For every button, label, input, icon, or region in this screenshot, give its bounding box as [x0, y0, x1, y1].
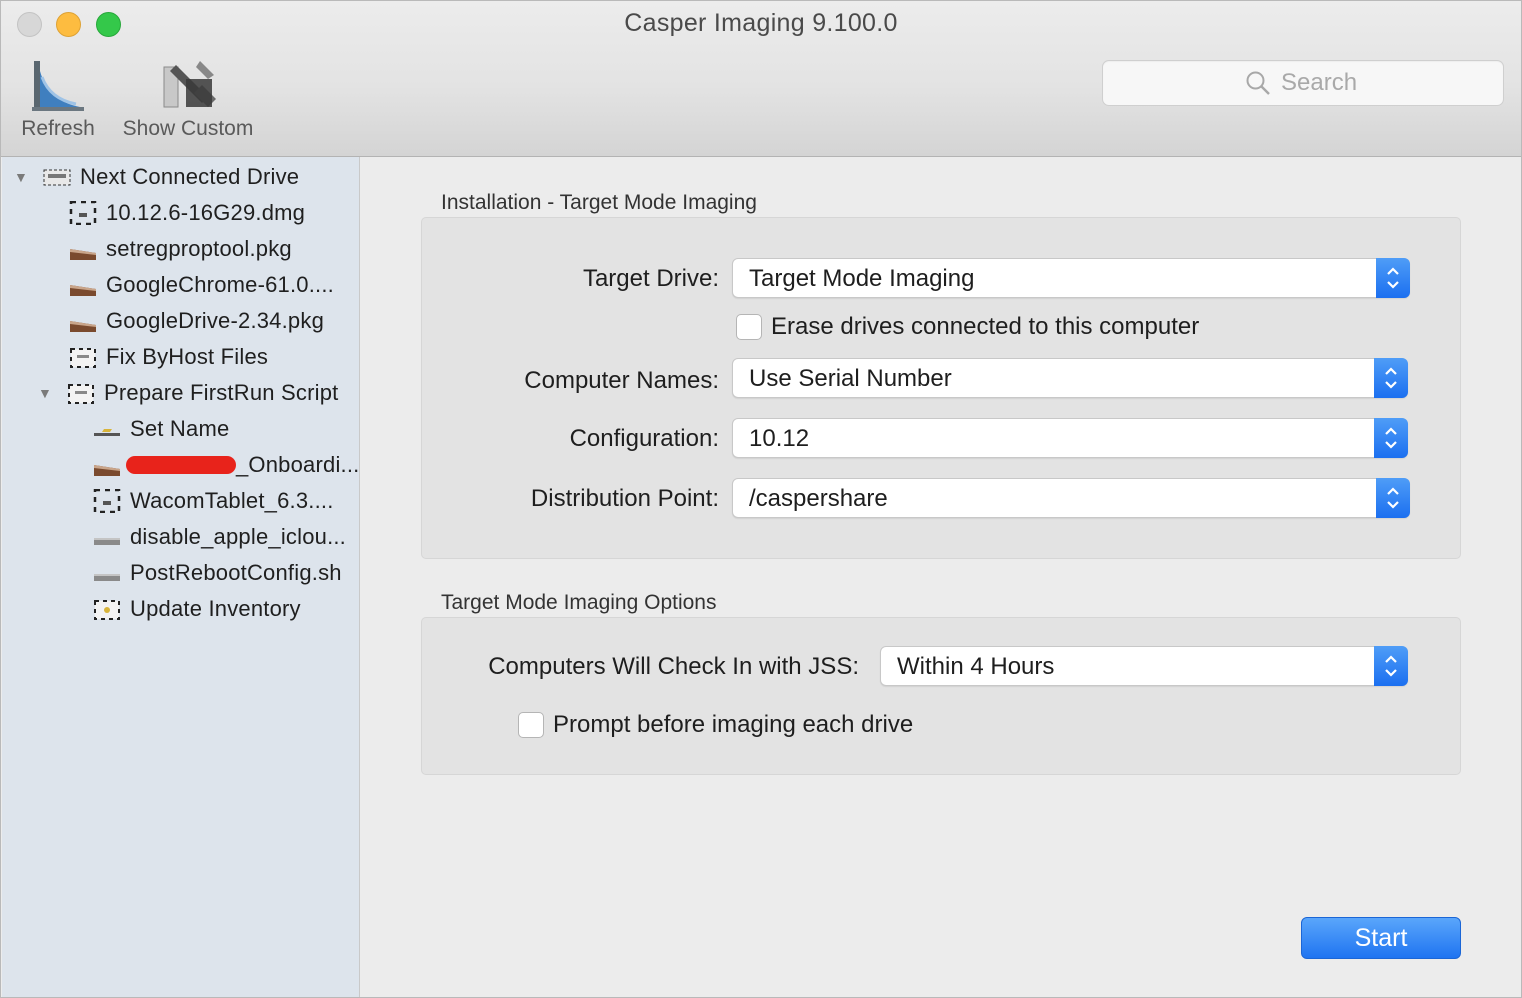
tree-item[interactable]: Set Name: [92, 412, 229, 446]
popup-stepper-icon: [1374, 358, 1408, 398]
script-icon: [68, 384, 94, 404]
dmg-icon: [69, 201, 97, 225]
package-icon: [70, 285, 96, 296]
tree-item[interactable]: WacomTablet_6.3....: [92, 484, 334, 518]
refresh-button[interactable]: Refresh: [15, 57, 101, 141]
checkin-label: Computers Will Check In with JSS:: [488, 653, 859, 680]
tree-item[interactable]: setregproptool.pkg: [68, 232, 292, 266]
toolbar: Casper Imaging 9.100.0 Refresh Show Cust…: [1, 1, 1521, 157]
disclosure-triangle-icon[interactable]: ▼: [14, 169, 30, 185]
computer-names-label: Computer Names:: [524, 367, 719, 394]
start-button[interactable]: Start: [1301, 917, 1461, 959]
prompt-before-imaging-label: Prompt before imaging each drive: [553, 711, 914, 738]
package-icon: [70, 321, 96, 332]
sidebar-tree: ▼ Next Connected Drive 10.12.6-16G29.dmg…: [2, 157, 360, 997]
configuration-popup[interactable]: 10.12: [732, 418, 1408, 458]
options-section-title: Target Mode Imaging Options: [441, 591, 717, 614]
distribution-point-popup[interactable]: /caspershare: [732, 478, 1410, 518]
installation-section-title: Installation - Target Mode Imaging: [441, 191, 757, 214]
popup-stepper-icon: [1374, 418, 1408, 458]
shell-script-icon: [94, 538, 120, 545]
tree-item[interactable]: Update Inventory: [92, 592, 301, 626]
tree-item[interactable]: Fix ByHost Files: [68, 340, 268, 374]
distribution-point-label: Distribution Point:: [530, 485, 719, 512]
package-icon: [94, 465, 120, 476]
search-icon: [1246, 71, 1270, 95]
package-icon: [70, 249, 96, 260]
tree-item[interactable]: GoogleChrome-61.0....: [68, 268, 334, 302]
search-field[interactable]: [1102, 60, 1504, 106]
prompt-before-imaging-checkbox[interactable]: [518, 712, 544, 738]
name-icon: [94, 429, 120, 436]
tools-icon: [163, 61, 216, 108]
popup-stepper-icon: [1376, 478, 1410, 518]
checkin-popup[interactable]: Within 4 Hours: [880, 646, 1408, 686]
refresh-icon: [32, 61, 84, 111]
redaction-mark: [126, 456, 236, 474]
drive-icon: [43, 169, 71, 186]
target-drive-label: Target Drive:: [582, 265, 719, 292]
search-input[interactable]: [1281, 69, 1361, 97]
tree-item-prepare-firstrun-script[interactable]: ▼ Prepare FirstRun Script: [38, 376, 338, 410]
script-icon: [70, 348, 96, 368]
show-custom-label: Show Custom: [122, 117, 254, 140]
erase-drives-label: Erase drives connected to this computer: [771, 313, 1200, 340]
app-window: Casper Imaging 9.100.0 Refresh Show Cust…: [0, 0, 1522, 998]
dmg-icon: [93, 489, 121, 513]
popup-stepper-icon: [1374, 646, 1408, 686]
show-custom-button[interactable]: Show Custom: [113, 57, 263, 141]
refresh-label: Refresh: [21, 117, 95, 140]
computer-names-popup[interactable]: Use Serial Number: [732, 358, 1408, 398]
tree-item[interactable]: 10.12.6-16G29.dmg: [68, 196, 305, 230]
tree-item[interactable]: _Onboardi...: [92, 448, 359, 482]
target-drive-popup[interactable]: Target Mode Imaging: [732, 258, 1410, 298]
popup-stepper-icon: [1376, 258, 1410, 298]
tree-item[interactable]: disable_apple_iclou...: [92, 520, 346, 554]
configuration-label: Configuration:: [569, 425, 719, 452]
window-title: Casper Imaging 9.100.0: [624, 9, 898, 37]
inventory-icon: [94, 600, 120, 620]
options-group: [421, 617, 1461, 775]
disclosure-triangle-icon[interactable]: ▼: [38, 385, 54, 401]
tree-item[interactable]: GoogleDrive-2.34.pkg: [68, 304, 324, 338]
tree-item[interactable]: PostRebootConfig.sh: [92, 556, 342, 590]
erase-drives-checkbox[interactable]: [736, 314, 762, 340]
shell-script-icon: [94, 574, 120, 581]
tree-item-next-connected-drive[interactable]: ▼ Next Connected Drive: [14, 160, 299, 194]
